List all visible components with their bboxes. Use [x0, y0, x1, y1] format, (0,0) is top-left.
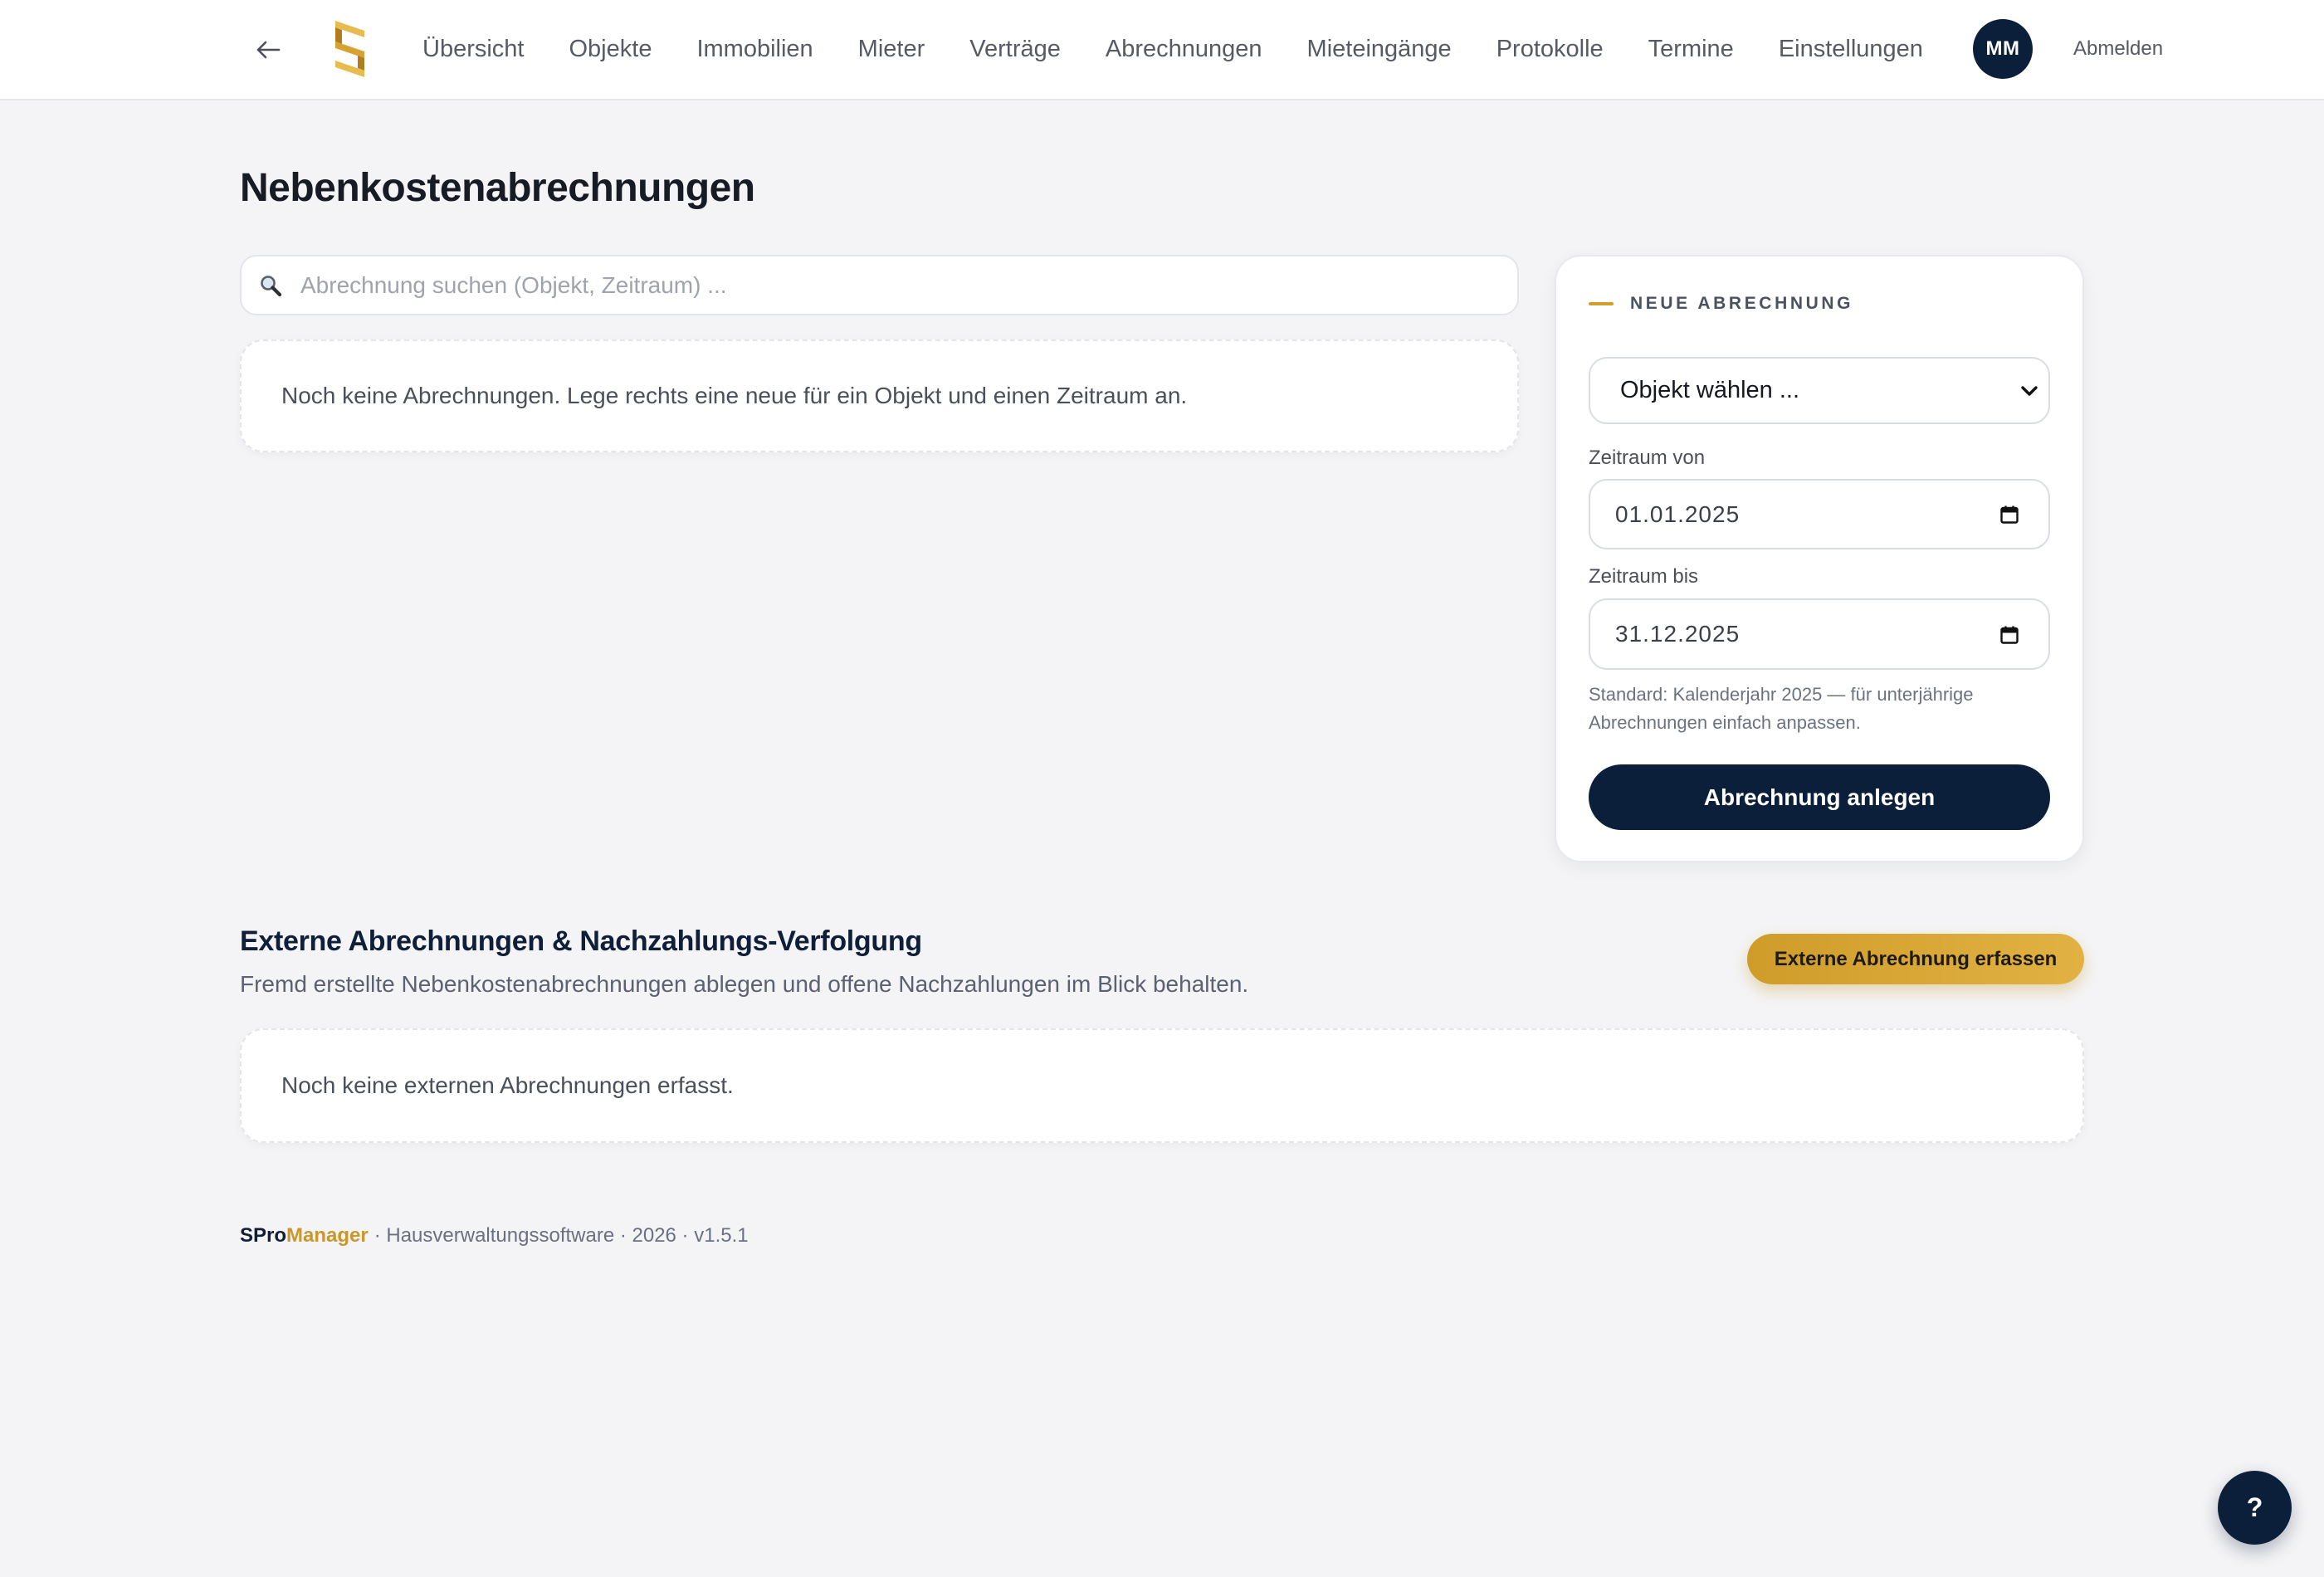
nav-item-abrechnungen[interactable]: Abrechnungen: [1106, 36, 1262, 63]
search-field: [240, 255, 1519, 315]
date-to-field: [1589, 598, 2050, 670]
nav-item-mieteingaenge[interactable]: Mieteingänge: [1307, 36, 1452, 63]
nav-item-einstellungen[interactable]: Einstellungen: [1779, 36, 1923, 63]
empty-state-message: Noch keine Abrechnungen. Lege rechts ein…: [281, 383, 1188, 408]
back-button[interactable]: [249, 32, 287, 68]
nav-item-uebersicht[interactable]: Übersicht: [422, 36, 525, 63]
date-to-input[interactable]: [1590, 600, 2048, 668]
nav-item-vertraege[interactable]: Verträge: [969, 36, 1061, 63]
add-external-billing-button[interactable]: Externe Abrechnung erfassen: [1747, 934, 2084, 984]
external-empty-message: Noch keine externen Abrechnungen erfasst…: [281, 1072, 734, 1098]
top-navigation-bar: Übersicht Objekte Immobilien Mieter Vert…: [0, 0, 2324, 100]
nav-item-protokolle[interactable]: Protokolle: [1496, 36, 1604, 63]
object-select[interactable]: Objekt wählen ...: [1589, 357, 2050, 424]
external-list-empty-state: Noch keine externen Abrechnungen erfasst…: [240, 1028, 2084, 1143]
page-title: Nebenkostenabrechnungen: [240, 166, 755, 210]
heading-accent-line: [1589, 302, 1614, 305]
search-input[interactable]: [242, 256, 1517, 314]
arrow-left-icon: [256, 41, 281, 59]
date-from-input[interactable]: [1590, 481, 2048, 548]
chevron-down-icon: [2021, 386, 2038, 396]
logout-link[interactable]: Abmelden: [2073, 37, 2163, 61]
nav-item-mieter[interactable]: Mieter: [858, 36, 925, 63]
logo-icon[interactable]: [330, 19, 369, 79]
object-select-value: Objekt wählen ...: [1620, 377, 1799, 403]
footer-brand-manager: Manager: [286, 1224, 369, 1247]
date-to-label: Zeitraum bis: [1589, 565, 1699, 588]
main-nav: Übersicht Objekte Immobilien Mieter Vert…: [422, 0, 1923, 99]
date-range-hint: Standard: Kalenderjahr 2025 — für unterj…: [1589, 684, 1974, 733]
footer-info: · Hausverwaltungssoftware · 2026 · v1.5.…: [374, 1224, 749, 1247]
external-section-title: Externe Abrechnungen & Nachzahlungs-Verf…: [240, 925, 922, 957]
nav-item-immobilien[interactable]: Immobilien: [696, 36, 813, 63]
create-billing-button[interactable]: Abrechnung anlegen: [1589, 764, 2050, 830]
user-avatar[interactable]: MM: [1973, 19, 2033, 79]
nav-item-termine[interactable]: Termine: [1648, 36, 1734, 63]
date-from-label: Zeitraum von: [1589, 447, 1706, 469]
calendar-icon[interactable]: [1999, 505, 2019, 525]
footer-brand-spro: SPro: [240, 1224, 287, 1247]
new-billing-card: NEUE ABRECHNUNG Objekt wählen ... Zeitra…: [1555, 255, 2084, 862]
calendar-icon[interactable]: [1999, 625, 2019, 645]
nav-item-objekte[interactable]: Objekte: [569, 36, 652, 63]
new-billing-heading: NEUE ABRECHNUNG: [1630, 294, 1854, 313]
help-button[interactable]: ?: [2218, 1471, 2292, 1545]
date-from-field: [1589, 479, 2050, 549]
billing-list-empty-state: Noch keine Abrechnungen. Lege rechts ein…: [240, 339, 1519, 452]
footer: SProManager · Hausverwaltungssoftware · 2…: [240, 1224, 749, 1247]
external-section-subtitle: Fremd erstellte Nebenkostenabrechnungen …: [240, 971, 1249, 997]
